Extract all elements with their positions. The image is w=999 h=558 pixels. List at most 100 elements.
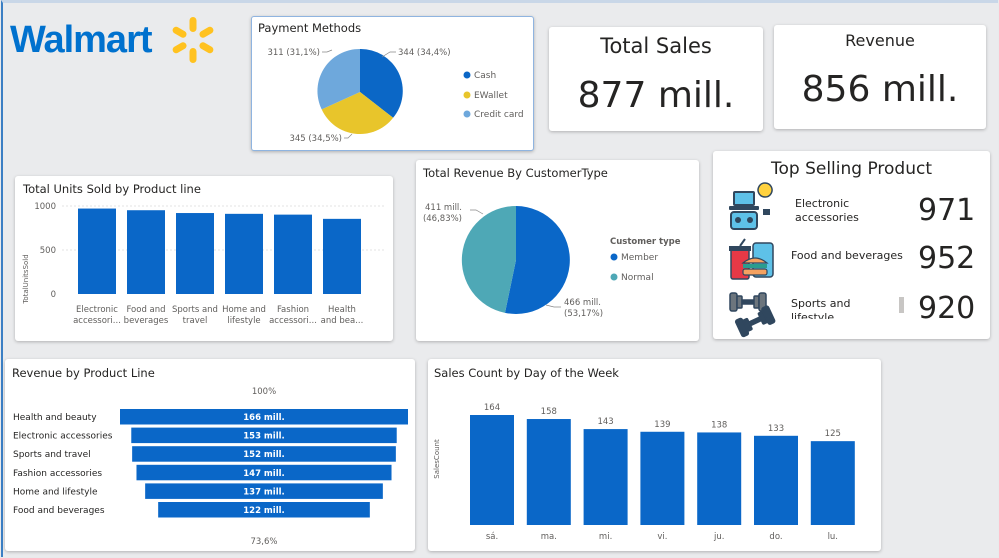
day-value-3: 139 [654,420,670,430]
funnel-category-2: Sports and travel [13,450,91,460]
units-bar-3 [225,213,263,294]
funnel-bottom-pct: 73,6% [250,537,277,547]
walmart-logo: Walmart [10,17,225,69]
electronics-icon [729,182,773,230]
day-bar-0 [470,415,514,525]
revenue-by-product-card[interactable]: Revenue by Product Line 100% 73,6% 166 m… [5,359,415,551]
payment-methods-card[interactable]: Payment Methods 344 (34,4%) 311 (31,1%) … [251,16,534,151]
revenue-value: 856 mill. [801,69,959,110]
top-item-1-value: 971 [918,193,976,228]
day-bar-5 [754,435,798,525]
funnel-value-4: 137 mill. [243,487,285,497]
funnel-category-5: Food and beverages [13,506,105,516]
revenue-funnel-chart: 100% 73,6% 166 mill. Health and beauty 153… [13,387,408,547]
pie-label-credit-card: 311 (31,1%) [267,48,320,58]
units-tick-1000: 1000 [34,202,56,212]
report-canvas: Walmart Payment Methods 344 (34,4%) 311 … [1,0,998,557]
funnel-category-4: Home and lifestyle [13,487,98,497]
day-value-1: 158 [541,407,557,417]
customer-legend-title: Customer type [610,237,681,247]
units-xlabel-4: Fashion accessori... [269,305,317,326]
day-value-0: 164 [484,403,500,413]
units-xlabel-0: Electronic accessori... [73,305,121,326]
top-selling-title: Top Selling Product [770,159,933,179]
legend-swatch-cash [463,71,471,79]
day-bar-2 [583,429,628,525]
day-xlabel-5: do. [769,532,782,542]
units-xlabel-5: Health and bea... [321,305,364,326]
funnel-value-3: 147 mill. [243,469,285,479]
legend-label-cash: Cash [474,71,496,81]
day-value-5: 133 [768,424,784,434]
units-bar-5 [323,218,361,294]
sales-by-day-card[interactable]: Sales Count by Day of the Week SalesCoun… [428,359,881,551]
units-sold-chart: TotalUnitsSold 1000 500 0 Electronic acce… [22,202,385,326]
total-sales-value: 877 mill. [577,75,735,116]
spark-icon [172,17,214,63]
day-xlabel-3: vi. [657,532,667,542]
day-xlabel-1: ma. [541,532,557,542]
legend-swatch-credit-card [463,110,471,118]
day-bar-6 [810,441,855,525]
day-bar-3 [640,431,685,525]
units-bar-1 [127,210,165,294]
sales-axis-label: SalesCount [433,439,441,479]
top-item-2-name: Food and beverages [791,249,903,262]
day-xlabel-4: ju. [713,532,724,542]
day-value-6: 125 [825,429,841,439]
revenue-card[interactable]: Revenue 856 mill. [774,25,986,129]
revenue-title: Revenue [845,31,915,50]
legend-label-normal: Normal [621,273,654,283]
day-value-4: 138 [711,420,727,430]
day-value-2: 143 [597,417,613,427]
legend-swatch-normal [610,273,618,281]
units-xlabel-3: Home and lifestyle [222,305,266,326]
units-sold-card[interactable]: Total Units Sold by Product line TotalUn… [15,176,393,341]
legend-label-ewallet: EWallet [474,91,508,101]
member-label: 466 mill. (53,17%) [564,298,603,319]
units-bar-2 [176,213,214,294]
units-xlabel-1: Food and beverages [124,305,169,326]
pie-label-cash: 344 (34,4%) [398,48,451,58]
payment-pie: 344 (34,4%) 311 (31,1%) 345 (34,5%) Cash… [267,48,524,144]
normal-label: 411 mill. (46,83%) [423,203,462,224]
top-selling-card[interactable]: Top Selling Product Electronic accessori… [713,151,990,339]
funnel-category-0: Health and beauty [13,413,97,423]
walmart-wordmark: Walmart [10,19,153,61]
top-item-3-value: 920 [918,291,976,326]
funnel-value-1: 153 mill. [243,432,285,442]
customer-type-pie: 411 mill. (46,83%) 466 mill. (53,17%) Cust… [423,203,681,319]
units-tick-500: 500 [40,246,56,256]
top-item-1-name: Electronic accessories [791,197,889,227]
legend-swatch-member [610,253,618,261]
sales-by-day-chart: SalesCount 164 sá. 158 ma. 143 mi. 139 vi. 138 ju… [433,403,855,542]
dumbbell-icon [729,292,776,338]
day-xlabel-2: mi. [599,532,612,542]
units-tick-0: 0 [51,290,56,300]
units-axis-label: TotalUnitsSold [22,254,30,304]
legend-label-credit-card: Credit card [474,110,524,120]
pie-label-ewallet: 345 (34,5%) [289,134,342,144]
funnel-category-1: Electronic accessories [13,432,113,442]
funnel-top-pct: 100% [252,387,276,397]
funnel-category-3: Fashion accessories [13,469,102,479]
top-item-3-name: Sports and lifestyle [791,297,851,319]
legend-swatch-ewallet [463,91,471,99]
units-bar-0 [78,208,116,294]
units-xlabel-2: Sports and travel [172,305,218,326]
total-sales-title: Total Sales [600,34,712,58]
day-xlabel-6: lu. [828,532,838,542]
funnel-value-5: 122 mill. [243,506,285,516]
units-bar-4 [274,214,312,294]
food-icon [729,238,774,280]
day-xlabel-0: sá. [486,532,498,542]
top-item-2-value: 952 [918,241,976,276]
pie-slice-normal [461,205,516,313]
funnel-value-2: 152 mill. [243,450,285,460]
legend-label-member: Member [621,253,658,263]
top-item-3-scrollbar[interactable] [899,297,904,313]
total-sales-card[interactable]: Total Sales 877 mill. [549,27,763,131]
customer-type-card[interactable]: Total Revenue By CustomerType 411 mill.(… [416,160,699,341]
funnel-value-0: 166 mill. [243,413,285,423]
day-bar-1 [526,419,571,525]
